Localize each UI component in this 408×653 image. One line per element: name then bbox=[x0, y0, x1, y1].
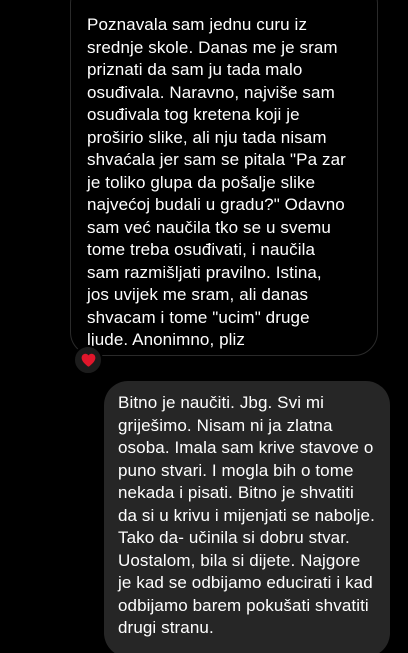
heart-icon bbox=[81, 353, 95, 367]
message-line: shvacam i tome "ucim" druge bbox=[87, 307, 310, 327]
message-line: osuđivala tog kretena koji je bbox=[87, 105, 300, 124]
message-line: je toliko glupa da pošalje slike bbox=[87, 172, 316, 192]
message-line: odbijamo barem pokušati shvatiti bbox=[118, 595, 369, 615]
message-thread: Poznavala sam jednu curu iz srednje skol… bbox=[0, 0, 408, 653]
message-line: shvaćala jer sam se pitala "Pa zar bbox=[87, 150, 346, 169]
message-line: osoba. Imala sam krive stavove o bbox=[118, 438, 374, 457]
heart-reaction[interactable] bbox=[73, 345, 103, 375]
message-line: srednje skole. Danas me je sram bbox=[87, 37, 338, 57]
message-line: drugi stranu. bbox=[118, 618, 214, 637]
message-line: sam već naučila tko se u svemu bbox=[87, 217, 331, 237]
message-line: Bitno je naučiti. Jbg. Svi mi bbox=[118, 393, 325, 412]
message-line: nekada i pisati. Bitno je shvatiti bbox=[118, 483, 354, 502]
message-line: ljude. Anonimno, pliz bbox=[87, 330, 246, 349]
message-line: puno stvari. I mogla bih o tome bbox=[118, 460, 354, 480]
message-line: jos uvijek me sram, ali danas bbox=[87, 285, 309, 304]
message-line: tome treba osuđivati, i naučila bbox=[87, 240, 316, 259]
message-line: sam razmišljati pravilno. Istina, bbox=[87, 262, 322, 282]
message-line: je kad se odbijamo educirati i kad bbox=[118, 573, 373, 592]
received-message-bubble[interactable]: Poznavala sam jednu curu iz srednje skol… bbox=[70, 0, 378, 356]
message-line: priznati da sam ju tada malo bbox=[87, 60, 303, 79]
message-line: Tako da- učinila si dobru stvar. bbox=[118, 528, 350, 547]
message-line: Uostalom, bila si dijete. Najgore bbox=[118, 550, 361, 570]
message-line: griješimo. Nisam ni ja zlatna bbox=[118, 415, 333, 435]
message-line: da si u krivu i mijenjati se nabolje. bbox=[118, 505, 375, 525]
message-line: proširio slike, ali nju tada nisam bbox=[87, 127, 327, 147]
sent-message-bubble[interactable]: Bitno je naučiti. Jbg. Svi mi griješimo.… bbox=[104, 381, 390, 653]
message-line: osuđivala. Naravno, najviše sam bbox=[87, 82, 335, 102]
message-line: Poznavala sam jednu curu iz bbox=[87, 15, 308, 34]
message-line: najvećoj budali u gradu?" Odavno bbox=[87, 195, 345, 214]
